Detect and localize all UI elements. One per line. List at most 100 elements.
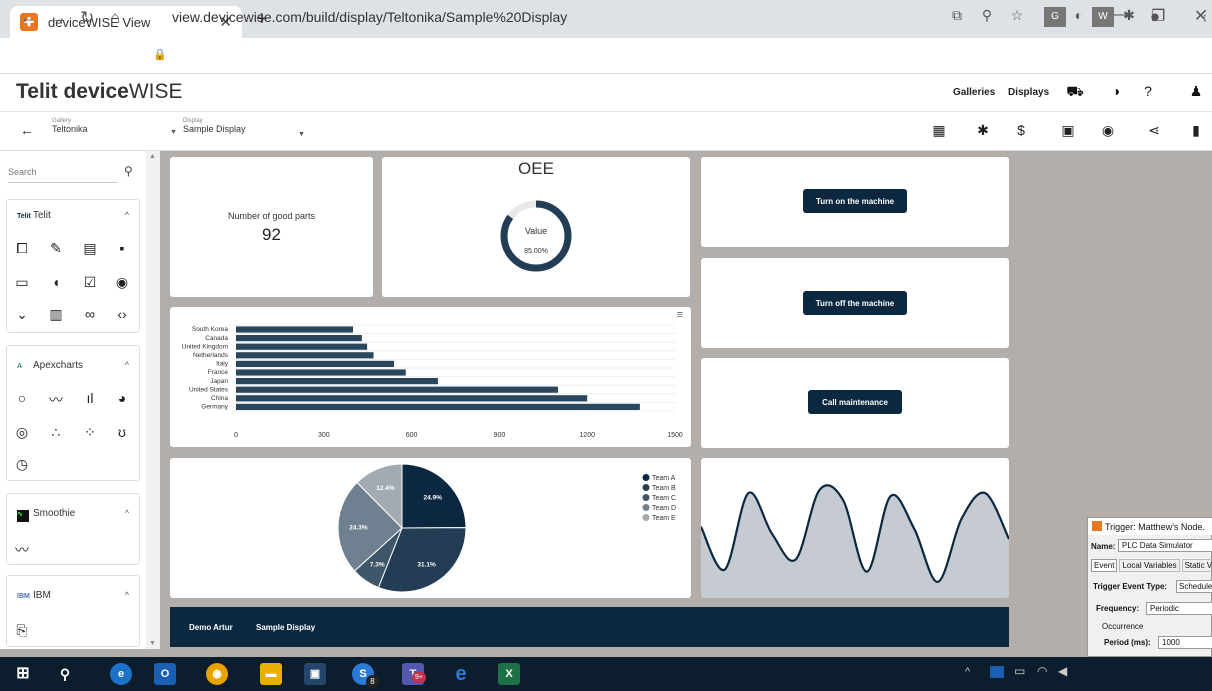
- brightness-icon[interactable]: ◑: [1107, 83, 1125, 99]
- widget-image-icon[interactable]: ▪: [113, 240, 131, 258]
- url-field[interactable]: view.devicewise.com/build/display/Telton…: [172, 9, 567, 25]
- donut-chart-icon[interactable]: ○: [13, 390, 31, 408]
- grid-icon[interactable]: ▦: [930, 122, 948, 139]
- display-dropdown-icon[interactable]: ▼: [298, 131, 305, 138]
- widget-input-icon[interactable]: ▭: [13, 274, 31, 292]
- collapse-chevron-icon[interactable]: ^: [125, 360, 129, 370]
- gallery-select[interactable]: Gallery Teltonika: [52, 118, 88, 134]
- user-icon[interactable]: ♟: [1187, 83, 1205, 100]
- footer-item-sample-display[interactable]: Sample Display: [256, 623, 315, 632]
- trigger-period-field[interactable]: 1000: [1158, 636, 1212, 649]
- collapse-chevron-icon[interactable]: ^: [125, 508, 129, 518]
- widget-table-icon[interactable]: ▥: [47, 306, 65, 324]
- bubble-chart-icon[interactable]: ⁘: [81, 424, 99, 442]
- file-explorer-icon[interactable]: ▬: [260, 663, 282, 685]
- chrome-icon[interactable]: ◉: [206, 663, 228, 685]
- trigger-tab-local-variables[interactable]: Local Variables: [1119, 559, 1180, 572]
- tray-chevron-icon[interactable]: ^: [965, 666, 970, 678]
- extension-g-icon[interactable]: G: [1044, 7, 1066, 27]
- delete-trash-icon[interactable]: ▮: [1187, 122, 1205, 139]
- search-taskbar-icon[interactable]: ⚲: [54, 663, 76, 685]
- gauge-chart-icon[interactable]: ʊ: [113, 424, 131, 442]
- share-page-icon[interactable]: ⧉: [946, 7, 968, 27]
- display-select[interactable]: Display Sample Display: [183, 118, 246, 134]
- widget-radio-icon[interactable]: ◉: [113, 274, 131, 292]
- bar-chart-icon[interactable]: ıl: [81, 390, 99, 408]
- share-icon[interactable]: ⋖: [1145, 122, 1163, 139]
- gallery-select-value: Teltonika: [52, 124, 88, 134]
- widget-code-icon[interactable]: ‹›: [113, 306, 131, 324]
- paint-bucket-icon[interactable]: ⛟: [1066, 83, 1084, 102]
- footer-item-demo-artur[interactable]: Demo Artur: [189, 623, 233, 632]
- radial-chart-icon[interactable]: ◎: [13, 424, 31, 442]
- tray-volume-icon[interactable]: ◀: [1058, 664, 1067, 678]
- collapse-chevron-icon[interactable]: ^: [125, 590, 129, 600]
- zoom-icon[interactable]: ⚲: [976, 7, 998, 27]
- extension-w-icon[interactable]: W: [1092, 7, 1114, 27]
- trigger-tab-event[interactable]: Event: [1091, 559, 1118, 572]
- help-icon[interactable]: ?: [1139, 83, 1157, 99]
- call-maintenance-button[interactable]: Call maintenance: [808, 390, 902, 414]
- profile-icon[interactable]: ●: [1144, 7, 1166, 27]
- search-icon[interactable]: ⚲: [124, 164, 133, 178]
- excel-icon[interactable]: X: [498, 663, 520, 685]
- collapse-chevron-icon[interactable]: ^: [125, 210, 129, 220]
- widget-dropdown-icon[interactable]: ⌄: [13, 306, 31, 324]
- tray-wifi-icon[interactable]: ◠: [1037, 664, 1047, 678]
- turn-off-card: Turn off the machine: [701, 258, 1009, 348]
- apexcharts-section-header[interactable]: A Apexcharts: [17, 360, 83, 371]
- telit-section-header[interactable]: Telit Telit: [17, 210, 51, 221]
- preview-eye-icon[interactable]: ◉: [1099, 122, 1117, 139]
- tray-battery-icon[interactable]: ▭: [1014, 664, 1025, 678]
- turn-off-machine-button[interactable]: Turn off the machine: [803, 291, 907, 315]
- oee-card[interactable]: OEE Value 85.00%: [382, 157, 690, 297]
- sidebar-scrollbar[interactable]: ▲ ▼: [146, 151, 160, 649]
- chart-menu-icon[interactable]: ≡: [677, 309, 683, 321]
- forward-icon[interactable]: →: [50, 8, 67, 28]
- clock-chart-icon[interactable]: ◷: [13, 456, 31, 474]
- extensions-puzzle-icon[interactable]: ✱: [1118, 7, 1140, 27]
- galleries-link[interactable]: Galleries: [953, 87, 995, 98]
- dollar-icon[interactable]: $: [1012, 122, 1030, 138]
- back-arrow-icon[interactable]: ←: [20, 122, 34, 138]
- home-icon[interactable]: ⌂: [110, 8, 120, 28]
- widget-checkbox-icon[interactable]: ☑: [81, 274, 99, 292]
- trigger-event-type-select[interactable]: Schedule: [1176, 580, 1212, 593]
- trigger-tab-static-variables[interactable]: Static Var: [1181, 559, 1212, 572]
- settings-gear-icon[interactable]: ✱: [974, 122, 992, 139]
- store-icon[interactable]: ▣: [304, 663, 326, 685]
- good-parts-card[interactable]: Number of good parts 92: [170, 157, 373, 297]
- displays-link[interactable]: Displays: [1008, 87, 1049, 98]
- edge-icon[interactable]: e: [110, 663, 132, 685]
- widget-link-icon[interactable]: ∞: [81, 306, 99, 324]
- widget-frame-icon[interactable]: ⧠: [13, 240, 31, 258]
- smoothie-chart-icon[interactable]: 〰: [13, 540, 31, 558]
- ibm-widget-icon[interactable]: ⎘: [13, 622, 31, 640]
- widget-search-input[interactable]: [8, 161, 118, 183]
- smoothie-section-header[interactable]: ∿ Smoothie: [17, 508, 75, 522]
- browser-menu-icon[interactable]: ⋮: [1194, 7, 1212, 27]
- bar-category-label: Japan: [210, 378, 228, 385]
- scatter-chart-icon[interactable]: ∴: [47, 424, 65, 442]
- back-icon[interactable]: ←: [20, 8, 37, 28]
- bookmark-star-icon[interactable]: ☆: [1006, 7, 1028, 27]
- trigger-name-field[interactable]: PLC Data Simulator: [1118, 539, 1212, 552]
- widget-toggle-icon[interactable]: ◖: [47, 274, 65, 292]
- internet-explorer-icon[interactable]: e: [450, 663, 472, 685]
- bar-category-label: Netherlands: [193, 352, 229, 359]
- extension-circle-icon[interactable]: ◐: [1068, 7, 1090, 27]
- trigger-frequency-select[interactable]: Periodic: [1146, 602, 1212, 615]
- gallery-dropdown-icon[interactable]: ▼: [170, 129, 177, 136]
- tray-outlook-icon[interactable]: [990, 666, 1004, 678]
- start-icon[interactable]: ⊞: [12, 663, 34, 685]
- save-icon[interactable]: ▣: [1059, 122, 1077, 139]
- widget-pencil-icon[interactable]: ✎: [47, 240, 65, 258]
- reload-icon[interactable]: ↻: [80, 8, 94, 28]
- bar-category-label: United Kingdom: [182, 343, 228, 350]
- widget-document-icon[interactable]: ▤: [81, 240, 99, 258]
- turn-on-machine-button[interactable]: Turn on the machine: [803, 189, 907, 213]
- ibm-section-header[interactable]: IBM IBM: [17, 590, 51, 601]
- pie-chart-icon[interactable]: ◕: [113, 390, 131, 408]
- line-chart-icon[interactable]: 〰: [47, 390, 65, 408]
- outlook-icon[interactable]: O: [154, 663, 176, 685]
